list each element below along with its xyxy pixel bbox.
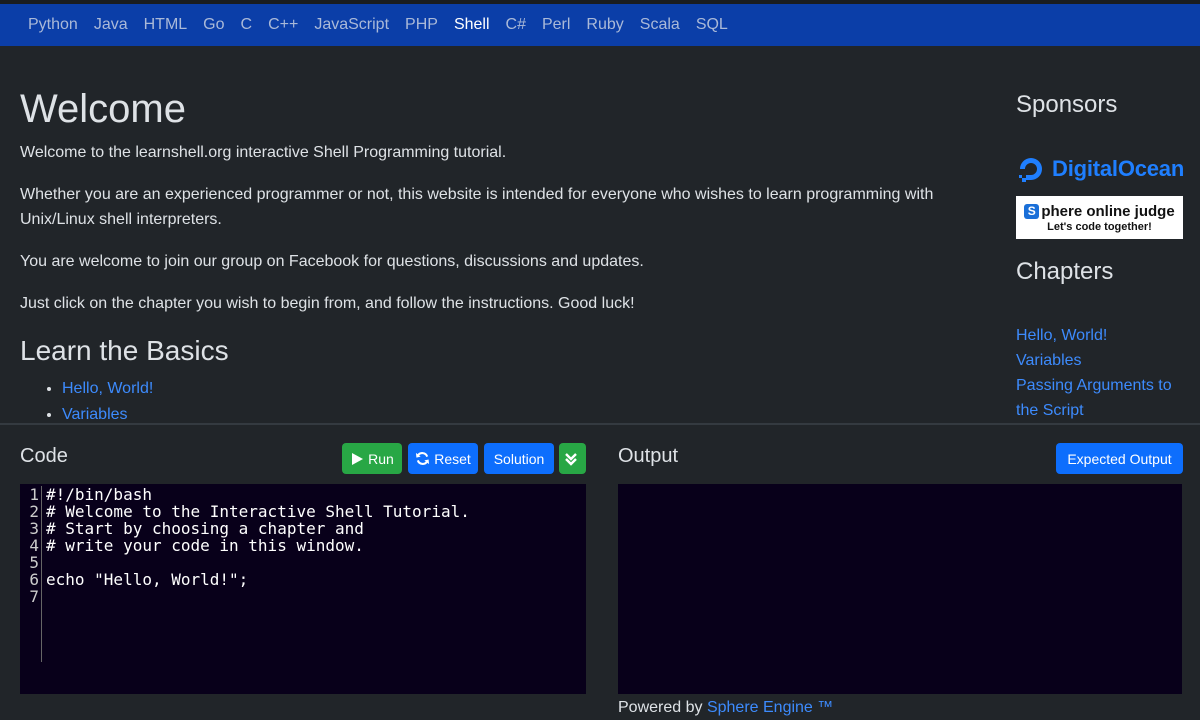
nav-go[interactable]: Go (195, 4, 232, 46)
output-area (618, 484, 1182, 694)
expand-button[interactable] (559, 443, 586, 474)
line-number-gutter: 1 2 3 4 5 6 7 (20, 486, 42, 662)
soj-title: S phere online judge (1024, 202, 1175, 220)
basics-list: Hello, World! Variables (20, 376, 990, 428)
reset-label: Reset (434, 450, 471, 467)
basics-link-variables[interactable]: Variables (62, 406, 128, 423)
line-number: 5 (29, 553, 39, 572)
chapter-link-hello-world[interactable]: Hello, World! (1016, 323, 1200, 348)
sphere-engine-link[interactable]: Sphere Engine ™ (707, 699, 833, 716)
top-nav: Python Java HTML Go C C++ JavaScript PHP… (0, 0, 1200, 46)
nav-php[interactable]: PHP (397, 4, 446, 46)
basics-heading: Learn the Basics (20, 335, 229, 366)
expected-output-label: Expected Output (1067, 450, 1172, 467)
chapter-link-passing-arguments[interactable]: Passing Arguments to (1016, 373, 1200, 398)
soj-name: phere online judge (1041, 202, 1175, 220)
facebook-paragraph: You are welcome to join our group on Fac… (20, 253, 644, 270)
double-chevron-down-icon (564, 452, 577, 466)
nav-c[interactable]: C (233, 4, 261, 46)
code-output-panel: Code Run Reset Solution Output Expected … (0, 423, 1200, 720)
code-content[interactable]: #!/bin/bash # Welcome to the Interactive… (46, 486, 470, 605)
solution-label: Solution (493, 450, 545, 467)
line-number: 7 (29, 587, 39, 606)
reset-button[interactable]: Reset (408, 443, 478, 474)
nav-html[interactable]: HTML (136, 4, 196, 46)
page-title: Welcome (20, 87, 186, 131)
nav-sql[interactable]: SQL (688, 4, 736, 46)
main-content: Welcome Welcome to the learnshell.org in… (20, 86, 990, 428)
sphere-online-judge-sponsor[interactable]: S phere online judge Let's code together… (1016, 196, 1183, 239)
code-editor[interactable]: 1 2 3 4 5 6 7 #!/bin/bash # Welcome to t… (20, 484, 586, 694)
code-line[interactable] (46, 554, 470, 571)
code-line[interactable]: # Start by choosing a chapter and (46, 520, 470, 537)
code-line[interactable]: echo "Hello, World!"; (46, 571, 470, 588)
intro-paragraph: Welcome to the learnshell.org interactiv… (20, 144, 507, 161)
run-button[interactable]: Run (342, 443, 402, 474)
sponsors-heading: Sponsors (1016, 91, 1118, 118)
nav-scala[interactable]: Scala (632, 4, 688, 46)
line-number: 1 (29, 485, 39, 504)
nav-ruby[interactable]: Ruby (578, 4, 631, 46)
chapter-list: Hello, World! Variables Passing Argument… (1016, 323, 1200, 423)
code-line[interactable]: #!/bin/bash (46, 486, 470, 503)
code-line[interactable]: # write your code in this window. (46, 537, 470, 554)
powered-by: Powered by Sphere Engine ™ (618, 699, 833, 717)
line-number: 6 (29, 570, 39, 589)
sidebar: Sponsors DigitalOcean S phere online jud… (1016, 90, 1200, 423)
code-heading: Code (20, 445, 68, 467)
digitalocean-logo-icon (1019, 158, 1042, 182)
soj-logo-icon: S (1024, 203, 1040, 219)
nav-cpp[interactable]: C++ (260, 4, 306, 46)
expected-output-button[interactable]: Expected Output (1056, 443, 1183, 474)
refresh-icon (416, 452, 430, 465)
powered-prefix: Powered by (618, 699, 703, 716)
run-label: Run (368, 450, 394, 467)
line-number: 3 (29, 519, 39, 538)
play-icon (352, 452, 364, 465)
solution-button[interactable]: Solution (484, 443, 554, 474)
nav-perl[interactable]: Perl (534, 4, 578, 46)
line-number: 4 (29, 536, 39, 555)
chapters-heading: Chapters (1016, 258, 1114, 285)
line-number: 2 (29, 502, 39, 521)
digitalocean-sponsor[interactable]: DigitalOcean (1016, 152, 1200, 186)
nav-python[interactable]: Python (20, 4, 86, 46)
nav-java[interactable]: Java (86, 4, 136, 46)
basics-link-hello-world[interactable]: Hello, World! (62, 380, 153, 397)
chapter-link-passing-arguments-cont[interactable]: the Script (1016, 398, 1200, 423)
digitalocean-name: DigitalOcean (1052, 156, 1185, 181)
output-heading: Output (618, 445, 679, 467)
code-line[interactable]: # Welcome to the Interactive Shell Tutor… (46, 503, 470, 520)
chapter-link-variables[interactable]: Variables (1016, 348, 1200, 373)
list-item: Hello, World! (62, 376, 990, 402)
code-line[interactable] (46, 588, 470, 605)
nav-csharp[interactable]: C# (498, 4, 534, 46)
instructions-paragraph: Just click on the chapter you wish to be… (20, 295, 635, 312)
audience-paragraph: Whether you are an experienced programme… (20, 186, 934, 228)
soj-tagline: Let's code together! (1047, 220, 1152, 233)
nav-shell[interactable]: Shell (446, 4, 498, 46)
nav-javascript[interactable]: JavaScript (306, 4, 397, 46)
